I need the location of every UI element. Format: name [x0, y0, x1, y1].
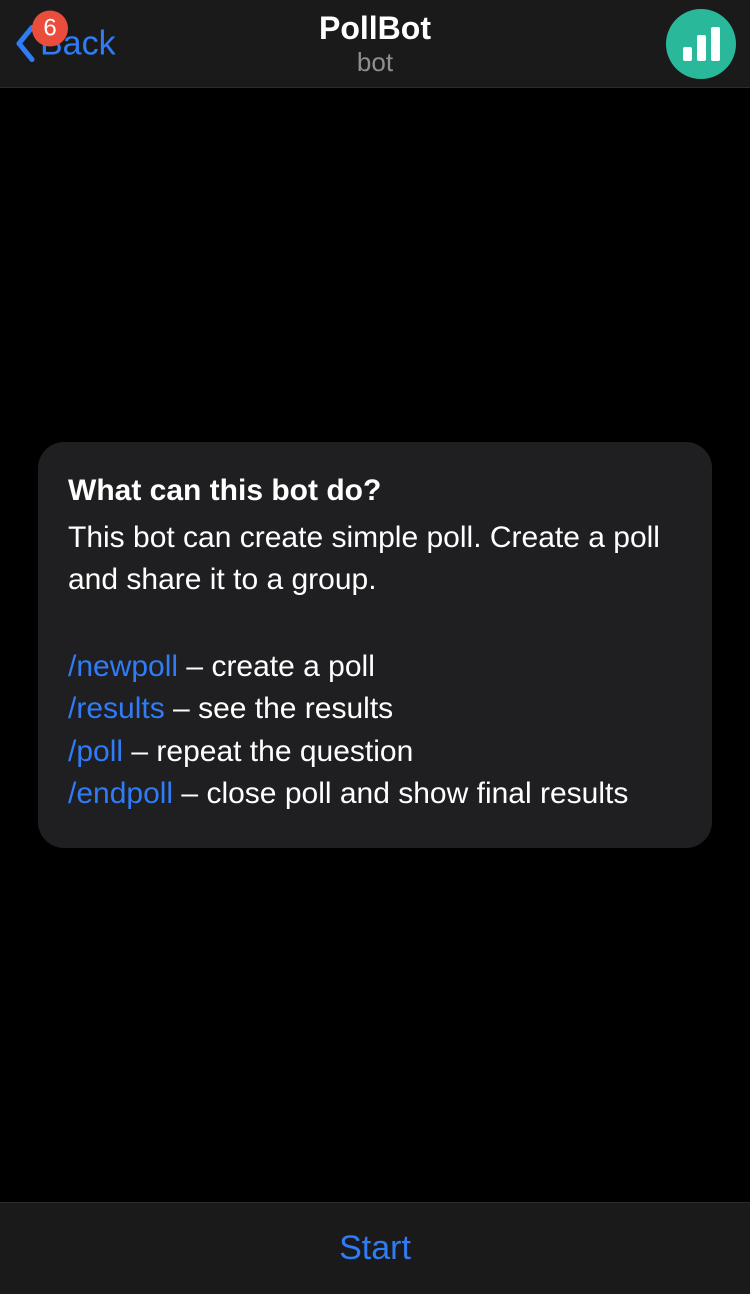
- command-separator: –: [173, 777, 206, 810]
- command-list: /newpoll – create a poll/results – see t…: [68, 646, 682, 816]
- unread-badge: 6: [32, 10, 68, 46]
- command-description: repeat the question: [156, 735, 413, 768]
- command-name[interactable]: /endpoll: [68, 777, 173, 810]
- command-row: /endpoll – close poll and show final res…: [68, 773, 682, 816]
- command-row: /poll – repeat the question: [68, 731, 682, 774]
- command-name[interactable]: /results: [68, 692, 165, 725]
- bot-info-card: What can this bot do? This bot can creat…: [38, 442, 712, 848]
- chat-area: What can this bot do? This bot can creat…: [0, 88, 750, 1202]
- command-description: close poll and show final results: [206, 777, 628, 810]
- info-title: What can this bot do?: [68, 470, 682, 513]
- bar-chart-icon: [683, 27, 720, 61]
- info-description: This bot can create simple poll. Create …: [68, 517, 682, 602]
- chat-header: Back 6 PollBot bot: [0, 0, 750, 88]
- chat-title-block[interactable]: PollBot bot: [319, 11, 431, 77]
- back-button[interactable]: Back 6: [14, 24, 116, 63]
- command-name[interactable]: /poll: [68, 735, 123, 768]
- command-description: see the results: [198, 692, 393, 725]
- command-separator: –: [165, 692, 198, 725]
- command-separator: –: [123, 735, 156, 768]
- chat-subtitle: bot: [357, 48, 393, 77]
- command-row: /newpoll – create a poll: [68, 646, 682, 689]
- command-row: /results – see the results: [68, 688, 682, 731]
- start-button[interactable]: Start: [339, 1229, 411, 1268]
- command-separator: –: [178, 650, 211, 683]
- command-name[interactable]: /newpoll: [68, 650, 178, 683]
- chat-title: PollBot: [319, 11, 431, 46]
- bot-avatar[interactable]: [666, 9, 736, 79]
- command-description: create a poll: [211, 650, 374, 683]
- chat-footer: Start: [0, 1202, 750, 1294]
